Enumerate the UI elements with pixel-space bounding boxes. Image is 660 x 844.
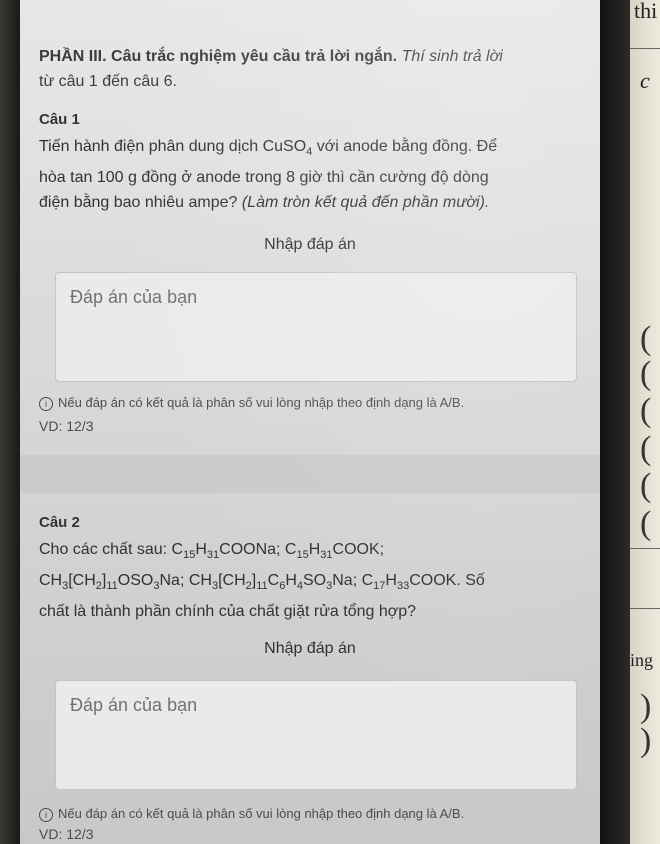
info-icon: i bbox=[39, 396, 53, 411]
section-heading-italic: Thí sinh trả lời bbox=[397, 48, 503, 65]
question-2-enter-label: Nhập đáp án bbox=[264, 640, 356, 657]
paper-mark: ( bbox=[640, 320, 652, 357]
question-1-title: Câu 1 bbox=[39, 111, 80, 128]
paper-rule bbox=[630, 548, 660, 549]
paper-rule bbox=[630, 48, 660, 49]
info-icon: i bbox=[39, 807, 53, 822]
section-heading-line2: từ câu 1 đến câu 6. bbox=[39, 73, 177, 90]
paper-mark: ) bbox=[640, 688, 652, 725]
paper-mark: ( bbox=[640, 430, 652, 467]
paper-mark: ( bbox=[640, 467, 652, 504]
question-2-example: VD: 12/3 bbox=[39, 826, 94, 842]
question-1-text: Tiến hành điện phân dung dịch CuSO4 với … bbox=[39, 138, 498, 212]
question-2-title: Câu 2 bbox=[39, 514, 80, 531]
paper-rule bbox=[630, 608, 660, 609]
paper-mark: ( bbox=[640, 355, 652, 392]
question-2-note: i Nếu đáp án có kết quả là phân số vui lò… bbox=[39, 806, 464, 822]
question-1-answer-placeholder: Đáp án của bạn bbox=[70, 287, 198, 307]
phone-bezel-right bbox=[600, 0, 630, 844]
question-2-answer-placeholder: Đáp án của bạn bbox=[70, 695, 198, 715]
phone-screen: PHẦN III. Câu trắc nghiệm yêu cầu trả lờ… bbox=[20, 0, 600, 844]
section-heading: PHẦN III. Câu trắc nghiệm yêu cầu trả lờ… bbox=[39, 44, 569, 94]
question-2-answer-input[interactable]: Đáp án của bạn bbox=[55, 680, 577, 790]
question-separator bbox=[20, 455, 600, 493]
paper-text-fragment: thi bbox=[634, 0, 658, 23]
question-2-text: Cho các chất sau: C15H31COONa; C15H31COO… bbox=[39, 541, 485, 621]
paper-text-fragment: ing bbox=[630, 650, 654, 670]
paper-mark: ) bbox=[640, 722, 652, 759]
question-1-answer-input[interactable]: Đáp án của bạn bbox=[55, 272, 577, 382]
question-1-note: i Nếu đáp án có kết quả là phân số vui lò… bbox=[39, 395, 464, 411]
paper-mark: ( bbox=[640, 392, 652, 429]
question-1-example: VD: 12/3 bbox=[39, 418, 94, 434]
background-paper: thi c ( ( ( ( ( ( ing ) ) bbox=[630, 0, 660, 844]
paper-text-fragment: c bbox=[640, 68, 650, 93]
question-1-enter-label: Nhập đáp án bbox=[264, 236, 356, 253]
section-heading-bold: PHẦN III. Câu trắc nghiệm yêu cầu trả lờ… bbox=[39, 48, 398, 65]
paper-mark: ( bbox=[640, 505, 652, 542]
phone-bezel-left bbox=[0, 0, 20, 844]
